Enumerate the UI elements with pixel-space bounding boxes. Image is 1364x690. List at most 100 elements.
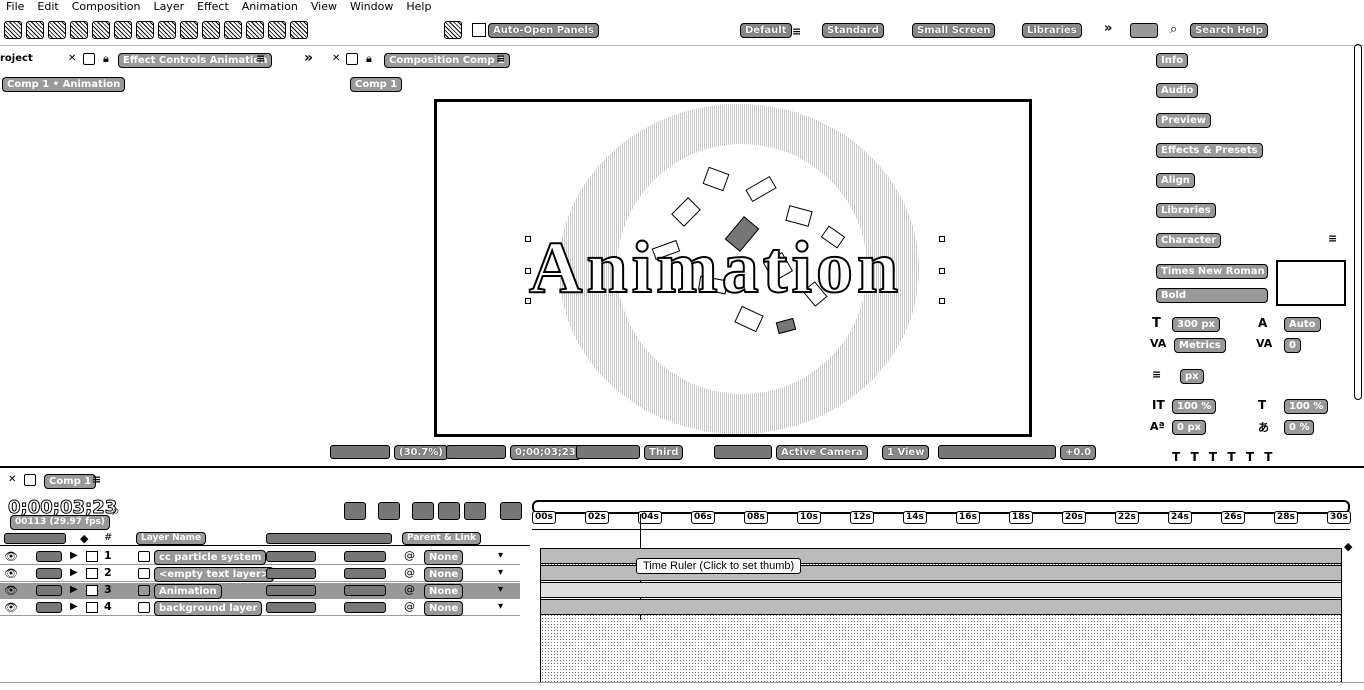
draft-3d-icon[interactable] [378,502,400,520]
solo-lock-icons[interactable] [36,568,62,579]
bounding-handle[interactable] [939,268,945,274]
layer-bar-4[interactable] [540,599,1342,615]
baseline-shift-field[interactable]: 0 px [1172,420,1207,435]
rectangle-tool-icon[interactable] [136,21,154,39]
character-panel-tab[interactable]: Character [1156,233,1222,248]
sync-settings-icon[interactable] [1130,23,1158,38]
close-timeline-icon[interactable]: ✕ [8,474,16,485]
layer-name-header[interactable]: Layer Name [136,532,207,545]
animation-text-layer[interactable]: Animation [528,226,902,311]
layer-name[interactable]: cc particle system [154,550,267,565]
menu-layer[interactable]: Layer [147,0,191,14]
tsume-field[interactable]: 0 % [1284,420,1315,435]
vertical-scale-field[interactable]: 100 % [1172,399,1217,414]
fill-stroke-swatch-icon[interactable] [1276,260,1346,306]
close-comp-panel-icon[interactable]: ✕ [332,53,340,64]
label-color-icon[interactable] [86,551,98,562]
parent-dropdown[interactable]: None [424,601,464,616]
audio-panel-tab[interactable]: Audio [1156,83,1199,98]
info-panel-tab[interactable]: Info [1156,53,1189,68]
solo-lock-icons[interactable] [36,551,62,562]
parent-dropdown-chevron-icon[interactable]: ▾ [498,567,503,578]
magnification-dropdown[interactable]: (30.7%) [394,445,448,460]
timeline-menu-icon[interactable]: ≡ [92,473,101,486]
zoom-tool-icon[interactable] [48,21,66,39]
layer-switches-icons[interactable] [266,551,316,562]
workspace-menu-icon[interactable]: ≡ [792,25,801,38]
expand-arrow-icon[interactable]: ▶ [70,550,78,561]
bounding-handle[interactable] [939,236,945,242]
camera-tool-icon[interactable] [92,21,110,39]
workspace-default[interactable]: Default [740,23,792,38]
menu-window[interactable]: Window [344,0,400,14]
bounding-handle[interactable] [525,298,531,304]
camera-dropdown[interactable]: Active Camera [776,445,868,460]
leading-field[interactable]: Auto [1284,317,1321,332]
stroke-width-field[interactable]: px [1180,369,1204,384]
render-options-icons[interactable] [938,445,1056,459]
label-color-icon[interactable] [86,568,98,579]
menu-animation[interactable]: Animation [236,0,305,14]
snapshot-channel-icons[interactable] [576,445,640,459]
layer-row[interactable]: 👁︎ ▶ 4 background layer @ None ▾ [0,600,520,616]
layer-modes-icons[interactable] [344,568,386,579]
brush-tool-icon[interactable] [202,21,220,39]
tracking-field[interactable]: 0 [1284,338,1301,353]
menu-edit[interactable]: Edit [31,0,65,14]
effects-presets-panel-tab[interactable]: Effects & Presets [1156,143,1263,158]
search-icon[interactable]: ⌕ [1170,22,1177,37]
workspace-libraries[interactable]: Libraries [1022,23,1082,38]
pen-tool-icon[interactable] [158,21,176,39]
align-panel-tab[interactable]: Align [1156,173,1195,188]
hand-tool-icon[interactable] [26,21,44,39]
rotate-tool-icon[interactable] [70,21,88,39]
viewer-toggle-icons[interactable] [330,445,390,459]
workspace-small-screen[interactable]: Small Screen [912,23,996,38]
visibility-eye-icon[interactable]: 👁︎ [4,567,18,580]
selection-tool-icon[interactable] [4,21,22,39]
resolution-dropdown[interactable]: Third [644,445,684,460]
current-time-display[interactable]: 0;00;03;23 [510,445,581,460]
tab-timeline-comp[interactable]: Comp 1 [44,474,97,489]
solo-lock-icons[interactable] [36,602,62,613]
horizontal-scale-field[interactable]: 100 % [1284,399,1329,414]
composition-mini-flowchart-icon[interactable] [344,502,366,520]
parent-dropdown-chevron-icon[interactable]: ▾ [498,550,503,561]
bounding-handle[interactable] [525,236,531,242]
parent-dropdown-chevron-icon[interactable]: ▾ [498,584,503,595]
comp-lock-icon[interactable]: 🔒︎ [366,52,372,66]
menu-composition[interactable]: Composition [66,0,148,14]
menu-effect[interactable]: Effect [191,0,236,14]
menu-view[interactable]: View [305,0,344,14]
lock-icon[interactable]: 🔒︎ [103,52,109,66]
exposure-value[interactable]: +0.0 [1060,445,1097,460]
composition-viewer[interactable]: Animation [434,99,1032,437]
parent-header[interactable]: Parent & Link [402,532,482,545]
layer-switches-icons[interactable] [266,585,316,596]
parent-dropdown[interactable]: None [424,550,464,565]
pick-whip-icon[interactable]: @ [404,549,415,562]
search-help-field[interactable]: Search Help [1190,23,1268,38]
auto-open-panels-checkbox[interactable] [472,23,486,37]
eraser-tool-icon[interactable] [246,21,264,39]
expand-arrow-icon[interactable]: ▶ [70,567,78,578]
grid-mask-icons[interactable] [446,445,506,459]
view-layout-dropdown[interactable]: 1 View [882,445,930,460]
layer-name[interactable]: Animation [154,584,222,599]
layer-name[interactable]: background layer [154,601,263,616]
layer-name[interactable]: <empty text layer> [154,567,275,582]
side-scrollbar[interactable] [1354,44,1362,400]
parent-dropdown-chevron-icon[interactable]: ▾ [498,601,503,612]
more-workspaces-icon[interactable]: » [1104,21,1112,36]
type-tool-icon[interactable] [180,21,198,39]
hide-shy-layers-icon[interactable] [412,502,434,520]
font-size-field[interactable]: 300 px [1172,317,1220,332]
pick-whip-icon[interactable]: @ [404,566,415,579]
libraries-panel-tab[interactable]: Libraries [1156,203,1216,218]
layer-switches-icons[interactable] [266,568,316,579]
bounding-handle[interactable] [525,268,531,274]
snapping-toggle-icon[interactable] [444,21,462,39]
tab-composition[interactable]: Composition Comp 1 [384,53,510,68]
visibility-eye-icon[interactable]: 👁︎ [4,601,18,614]
pan-behind-tool-icon[interactable] [114,21,132,39]
